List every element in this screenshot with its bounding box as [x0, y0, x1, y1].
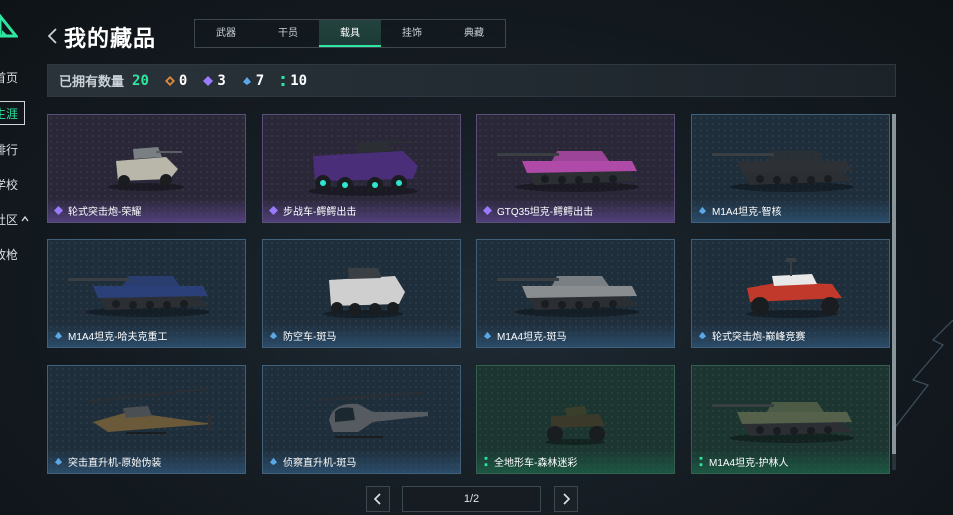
vehicle-card[interactable]: M1A4坦克-护林人: [691, 365, 890, 474]
vehicle-card-footer: 防空车-斑马: [263, 323, 460, 347]
vehicle-name: 轮式突击炮-巅峰竞赛: [712, 331, 806, 343]
atv-icon: [545, 406, 605, 445]
page-title: 我的藏品: [64, 26, 157, 51]
vehicle-name: 侦察直升机-斑马: [283, 457, 357, 469]
blue-diamond-icon: [54, 457, 63, 465]
owned-count-total: 20: [132, 72, 149, 89]
vehicle-card[interactable]: M1A4坦克-斑马: [476, 239, 675, 348]
rarity-count-value: 3: [217, 72, 226, 89]
vehicle-name: M1A4坦克-哈夫克重工: [68, 331, 168, 343]
orange-diamond-icon: [164, 75, 175, 86]
vehicle-card[interactable]: 步战车-鳄鳄出击: [262, 114, 461, 223]
vehicle-card[interactable]: M1A4坦克-哈夫克重工: [47, 239, 246, 348]
chevron-up-icon: [21, 216, 29, 222]
vehicle-card[interactable]: GTQ35坦克-鳄鳄出击: [476, 114, 675, 223]
tank-icon: [712, 402, 854, 443]
blue-diamond-icon: [698, 331, 707, 339]
purple-diamond-icon: [203, 75, 214, 86]
tab-collection[interactable]: 典藏: [443, 20, 505, 47]
sidebar-item-gunsmith[interactable]: 改枪: [0, 244, 30, 266]
blue-diamond-icon: [54, 331, 63, 339]
blue-diamond-icon: [698, 206, 707, 214]
vehicle-card[interactable]: 侦察直升机-斑马: [262, 365, 461, 474]
tab-weapons[interactable]: 武器: [195, 20, 257, 47]
vehicle-card-footer: M1A4坦克-护林人: [692, 449, 889, 473]
rarity-count-value: 10: [290, 72, 308, 89]
sidebar: 首页 生涯 排行 学校 社区 改枪: [0, 0, 30, 515]
chevron-right-icon: [563, 493, 571, 505]
vehicle-name: 轮式突击炮-荣耀: [68, 206, 142, 218]
blue-diamond-icon: [483, 331, 492, 339]
chevron-left-icon: [373, 493, 381, 505]
vehicle-card[interactable]: 突击直升机-原始伪装: [47, 365, 246, 474]
sidebar-active-indicator: [0, 101, 25, 125]
owned-count-bar: 已拥有数量 20 0 3 7 10: [47, 64, 896, 97]
vehicle-card-footer: 轮式突击炮-巅峰竞赛: [692, 323, 889, 347]
purple-diamond-icon: [269, 205, 278, 215]
vehicle-card-footer: 全地形车-森林迷彩: [477, 449, 674, 473]
vehicle-card-footer: 侦察直升机-斑马: [263, 449, 460, 473]
apc-icon: [323, 268, 405, 318]
rarity-count-orange: 0: [164, 72, 188, 89]
vehicle-name: M1A4坦克-斑马: [497, 331, 567, 343]
tank-icon: [712, 151, 854, 192]
ifv-icon: [308, 141, 418, 196]
vehicle-card-footer: M1A4坦克-哈夫克重工: [48, 323, 245, 347]
vehicle-name: 全地形车-森林迷彩: [494, 457, 578, 469]
rarity-count-blue: 7: [242, 73, 264, 89]
category-tabs: 武器 干员 载具 挂饰 典藏: [194, 19, 506, 48]
green-diamond-icon: [484, 456, 488, 466]
rarity-count-green: 10: [280, 73, 307, 89]
sidebar-item-school[interactable]: 学校: [0, 174, 30, 196]
sidebar-item-ranking[interactable]: 排行: [0, 139, 30, 161]
back-chevron-icon[interactable]: [46, 27, 60, 45]
blue-diamond-icon: [242, 76, 251, 85]
rarity-count-value: 7: [255, 72, 265, 89]
tab-charms[interactable]: 挂饰: [381, 20, 443, 47]
tab-operators[interactable]: 干员: [257, 20, 319, 47]
green-diamond-icon: [281, 75, 285, 86]
owned-count-label: 已拥有数量: [59, 74, 125, 89]
green-diamond-icon: [699, 456, 703, 466]
vehicle-card-footer: M1A4坦克-智核: [692, 198, 889, 222]
buggy-icon: [746, 258, 842, 318]
rarity-count-value: 0: [178, 72, 188, 89]
vehicle-card[interactable]: 全地形车-森林迷彩: [476, 365, 675, 474]
tank-icon: [68, 276, 210, 317]
vehicle-name: GTQ35坦克-鳄鳄出击: [497, 206, 594, 218]
tank-icon: [497, 276, 639, 317]
vehicle-name: M1A4坦克-护林人: [709, 457, 789, 469]
vehicle-card[interactable]: 防空车-斑马: [262, 239, 461, 348]
prev-page-button[interactable]: [366, 486, 390, 512]
tab-vehicles[interactable]: 载具: [319, 20, 381, 47]
rarity-count-purple: 3: [203, 72, 226, 89]
vehicle-card-footer: 突击直升机-原始伪装: [48, 449, 245, 473]
vehicle-name: 步战车-鳄鳄出击: [283, 206, 357, 218]
armored-car-icon: [108, 147, 184, 191]
sidebar-item-home[interactable]: 首页: [0, 67, 30, 89]
vehicle-card-footer: M1A4坦克-斑马: [477, 323, 674, 347]
blue-diamond-icon: [269, 331, 278, 339]
vehicle-name: 防空车-斑马: [283, 331, 337, 343]
vehicle-card[interactable]: 轮式突击炮-巅峰竞赛: [691, 239, 890, 348]
page-indicator: 1/2: [402, 486, 541, 512]
vehicle-card-footer: GTQ35坦克-鳄鳄出击: [477, 198, 674, 222]
next-page-button[interactable]: [554, 486, 578, 512]
vehicle-card[interactable]: 轮式突击炮-荣耀: [47, 114, 246, 223]
vehicle-card-footer: 轮式突击炮-荣耀: [48, 198, 245, 222]
purple-diamond-icon: [54, 205, 63, 215]
app-logo-icon: [0, 14, 18, 38]
scout-helicopter-icon: [313, 391, 428, 438]
background-lightning-decoration: [892, 319, 953, 431]
blue-diamond-icon: [269, 457, 278, 465]
attack-helicopter-icon: [88, 387, 213, 434]
purple-diamond-icon: [483, 205, 492, 215]
tank-icon: [497, 151, 639, 192]
vehicle-card[interactable]: M1A4坦克-智核: [691, 114, 890, 223]
vehicle-name: 突击直升机-原始伪装: [68, 457, 162, 469]
vehicle-name: M1A4坦克-智核: [712, 206, 782, 218]
vehicle-card-footer: 步战车-鳄鳄出击: [263, 198, 460, 222]
